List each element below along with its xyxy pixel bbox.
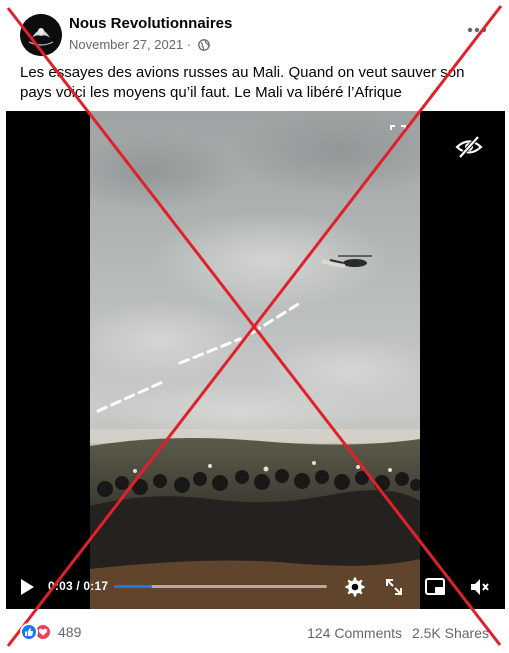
video-still-image bbox=[90, 111, 420, 609]
video-progress-fill bbox=[114, 585, 153, 588]
eye-slash-icon[interactable] bbox=[455, 135, 483, 159]
post-footer: 489 124 Comments 2.5K Shares bbox=[20, 621, 489, 645]
like-reaction-icon bbox=[20, 623, 38, 641]
reaction-count: 489 bbox=[58, 624, 82, 640]
video-time: 0:03 / 0:17 bbox=[48, 579, 109, 593]
post-header: Nous Revolutionnaires November 27, 2021 … bbox=[20, 12, 489, 58]
facebook-post: Nous Revolutionnaires November 27, 2021 … bbox=[0, 0, 509, 653]
video-player[interactable]: 0:03 / 0:17 bbox=[6, 111, 505, 609]
expand-icon[interactable] bbox=[383, 576, 405, 598]
reactions-summary[interactable]: 489 bbox=[20, 623, 81, 641]
more-icon[interactable] bbox=[465, 20, 489, 40]
volume-muted-icon[interactable] bbox=[468, 576, 490, 598]
post-meta: November 27, 2021 · bbox=[69, 37, 210, 52]
avatar-emblem-icon bbox=[20, 14, 62, 56]
post-caption: Les essayes des avions russes au Mali. Q… bbox=[20, 64, 465, 101]
video-progress-bar[interactable] bbox=[114, 585, 327, 588]
meta-separator: · bbox=[183, 37, 195, 52]
comments-count[interactable]: 124 Comments bbox=[307, 625, 402, 641]
video-controls: 0:03 / 0:17 bbox=[6, 565, 505, 609]
page-name[interactable]: Nous Revolutionnaires bbox=[69, 15, 232, 32]
post-date[interactable]: November 27, 2021 bbox=[69, 37, 183, 52]
globe-icon bbox=[197, 38, 210, 51]
picture-in-picture-icon[interactable] bbox=[424, 576, 446, 598]
gear-icon[interactable] bbox=[344, 576, 366, 598]
shares-count[interactable]: 2.5K Shares bbox=[412, 625, 489, 641]
avatar[interactable] bbox=[20, 14, 62, 56]
engagement-counts: 124 Comments 2.5K Shares bbox=[307, 625, 489, 641]
video-frame bbox=[90, 111, 420, 609]
expand-corner-icon bbox=[389, 124, 407, 142]
play-icon[interactable] bbox=[18, 577, 36, 597]
